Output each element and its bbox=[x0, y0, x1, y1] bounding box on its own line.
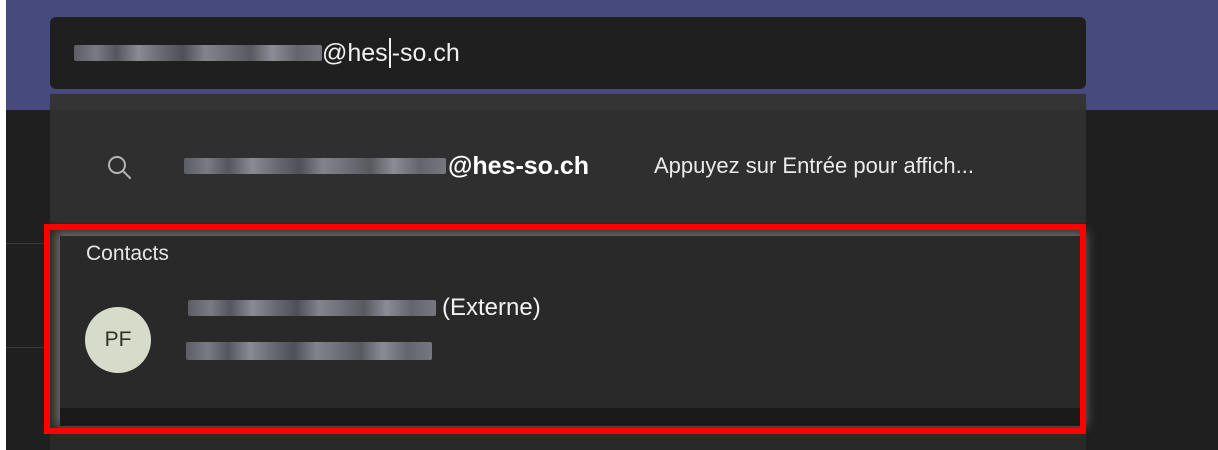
search-icon bbox=[108, 156, 131, 179]
suggestion-email-domain: @hes-so.ch bbox=[448, 151, 590, 180]
teams-window: @hes -so.ch @hes-so.ch Appuyez sur Entrée… bbox=[0, 0, 1218, 450]
search-domain-before-caret: @hes bbox=[322, 38, 388, 67]
search-input-value: @hes -so.ch bbox=[74, 17, 460, 89]
sidebar-divider bbox=[6, 243, 46, 244]
suggestion-email: @hes-so.ch bbox=[184, 150, 589, 182]
highlight-box bbox=[44, 224, 1086, 434]
redacted-email-local-part bbox=[184, 158, 446, 174]
suggestion-hint: Appuyez sur Entrée pour affich... bbox=[654, 153, 974, 178]
redacted-email-local-part bbox=[74, 45, 322, 61]
dropdown-header-strip bbox=[50, 94, 1086, 110]
search-input[interactable]: @hes -so.ch bbox=[50, 17, 1086, 89]
sidebar-divider bbox=[6, 347, 46, 348]
text-caret bbox=[388, 38, 391, 68]
search-domain-after-caret: -so.ch bbox=[391, 38, 460, 67]
search-suggestion-row[interactable]: @hes-so.ch Appuyez sur Entrée pour affic… bbox=[50, 110, 1086, 222]
